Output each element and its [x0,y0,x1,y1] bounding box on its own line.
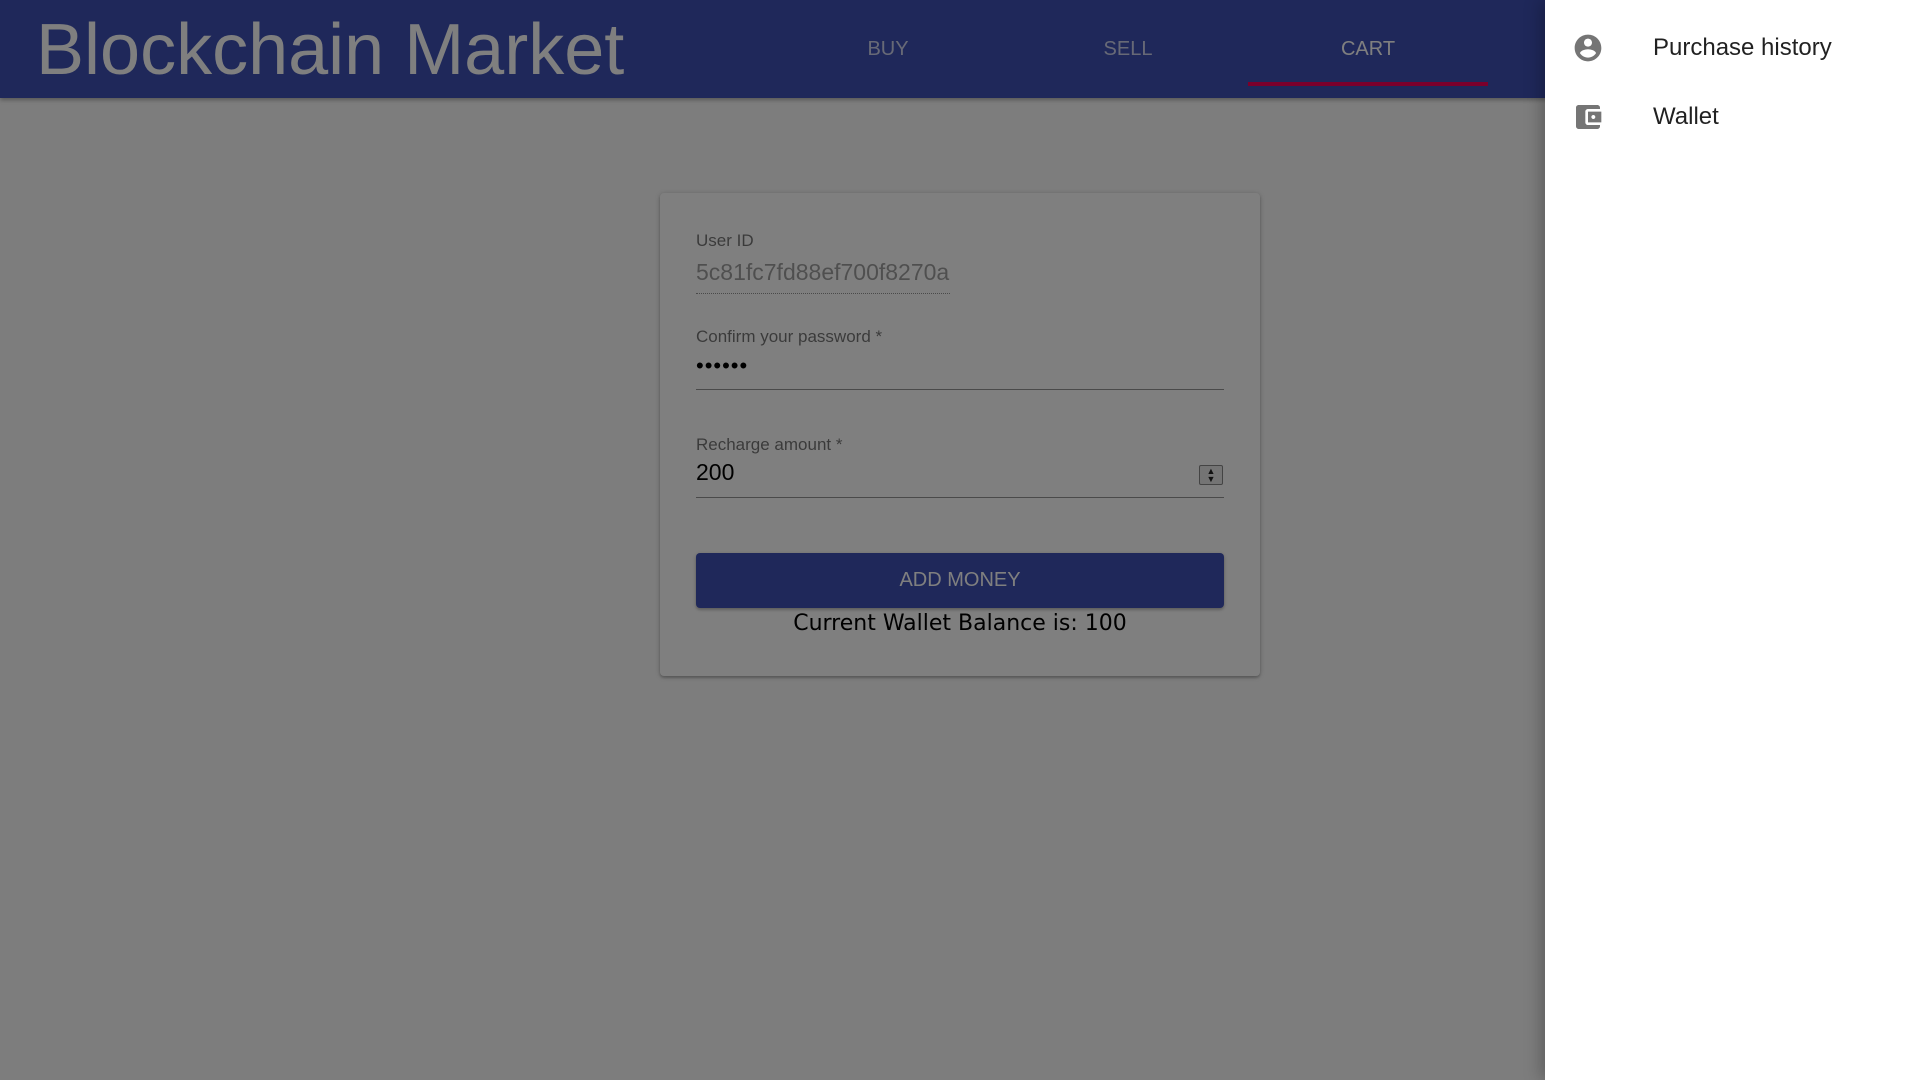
drawer-label-wallet: Wallet [1653,103,1719,130]
side-drawer: Purchase history Wallet [1545,0,1920,1080]
drawer-label-purchase-history: Purchase history [1653,34,1832,61]
drawer-backdrop[interactable] [0,0,1545,1080]
account-circle-icon [1570,30,1606,66]
wallet-icon [1570,99,1606,135]
drawer-item-wallet[interactable]: Wallet [1545,83,1920,151]
app-root: Blockchain Market BUY SELL CART User ID … [0,0,1920,1080]
drawer-item-purchase-history[interactable]: Purchase history [1545,14,1920,82]
